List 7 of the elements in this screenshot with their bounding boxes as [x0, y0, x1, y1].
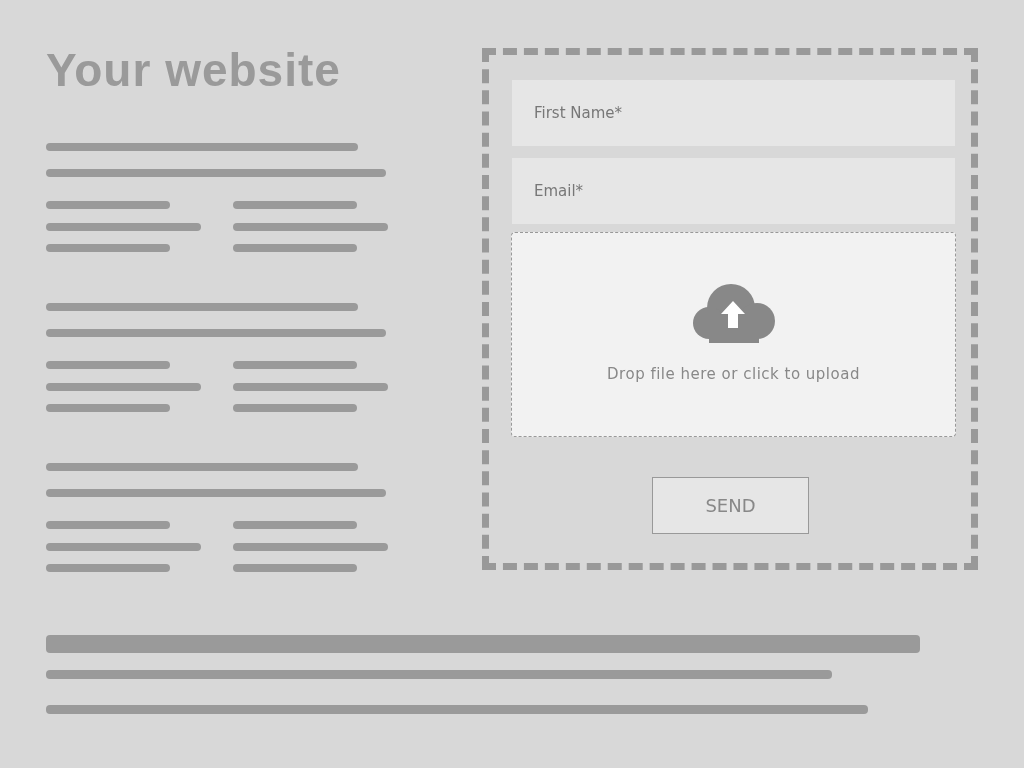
upload-dropzone[interactable]: Drop file here or click to upload: [511, 232, 956, 437]
cloud-upload-icon: [692, 283, 775, 343]
input-field[interactable]: Email*: [512, 158, 955, 224]
upload-hint: Drop file here or click to upload: [607, 365, 860, 383]
send-button[interactable]: SEND: [652, 477, 809, 534]
site-title: Your website: [46, 45, 342, 95]
input-field[interactable]: First Name*: [512, 80, 955, 146]
